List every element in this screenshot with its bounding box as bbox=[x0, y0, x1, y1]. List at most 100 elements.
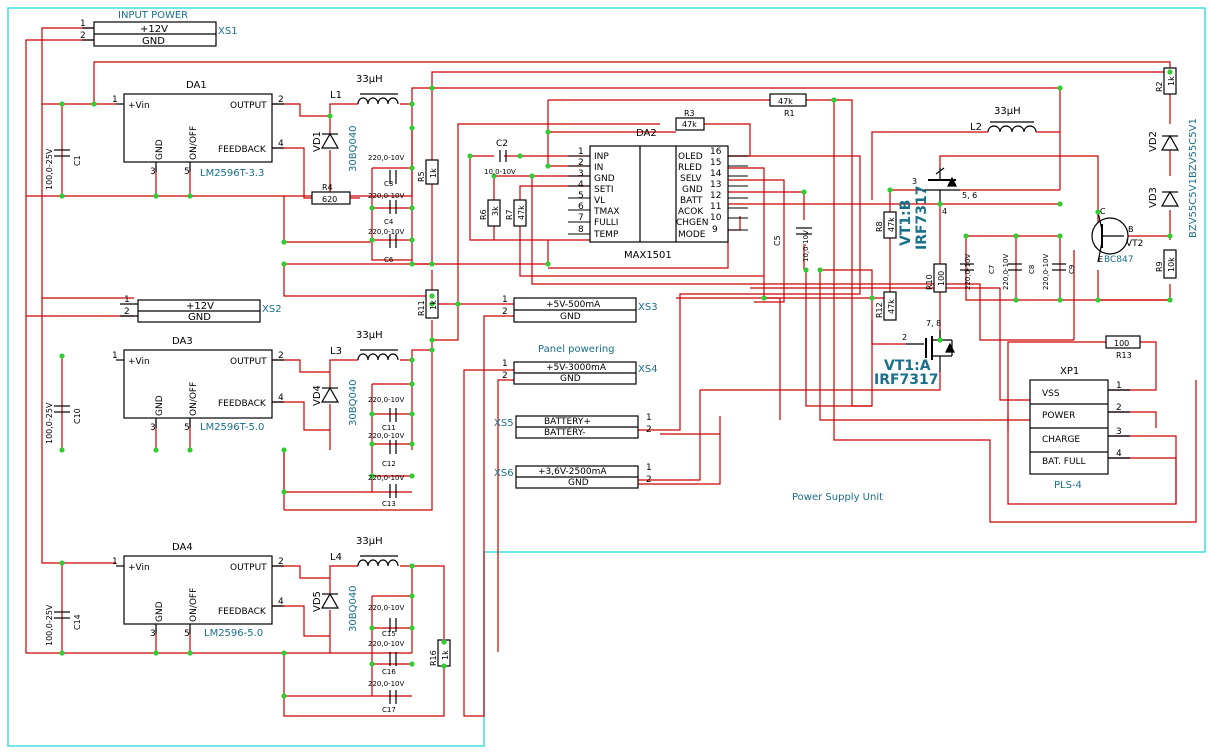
junction-node bbox=[1095, 297, 1101, 303]
junction-node bbox=[59, 353, 65, 359]
c12-val: 220,0-10V bbox=[368, 432, 404, 440]
xs6-line2: GND bbox=[568, 478, 589, 488]
da1-part: LM2596T-3.3 bbox=[200, 168, 264, 179]
junction-node bbox=[369, 237, 375, 243]
da4-gnd: GND bbox=[155, 601, 165, 622]
c3-val: 220,0-10V bbox=[368, 154, 404, 162]
l2-ref: L2 bbox=[970, 122, 982, 133]
xs1-pin1: 1 bbox=[80, 19, 86, 29]
vd3-part: BZV55C5V1 bbox=[1188, 178, 1199, 238]
da3-n2: 2 bbox=[278, 351, 284, 361]
xs6-ref: XS6 bbox=[494, 468, 514, 479]
vt1a-pin78: 7, 8 bbox=[926, 319, 941, 328]
r3-val: 47k bbox=[682, 120, 697, 129]
xs3-pin2: 2 bbox=[502, 307, 508, 317]
xs2-pin2: 2 bbox=[124, 307, 130, 317]
c1-ref: C1 bbox=[73, 155, 82, 166]
c14-val: 100,0-25V bbox=[45, 604, 54, 646]
junction-node bbox=[187, 447, 193, 453]
junction-node bbox=[409, 261, 415, 267]
c8-val: 220,0-10V bbox=[1002, 254, 1010, 290]
junction-node bbox=[817, 267, 823, 273]
junction-node bbox=[1167, 69, 1173, 75]
c10-val: 100,0-25V bbox=[45, 402, 54, 444]
junction-node bbox=[831, 97, 837, 103]
c6-ref: C6 bbox=[384, 256, 394, 264]
r10-ref: R10 bbox=[925, 274, 934, 290]
da1-gnd: GND bbox=[155, 139, 165, 160]
svg-text:1: 1 bbox=[578, 147, 584, 157]
vt2-part: BC847 bbox=[1104, 255, 1133, 265]
r7-ref: R7 bbox=[505, 209, 514, 220]
da3-gnd: GND bbox=[155, 395, 165, 416]
junction-node bbox=[187, 193, 193, 199]
junction-node bbox=[409, 411, 415, 417]
r1-ref: R1 bbox=[784, 109, 795, 118]
xs1-pin2: 2 bbox=[80, 31, 86, 41]
da4-n3: 3 bbox=[150, 629, 156, 639]
zener-vd2 bbox=[1160, 134, 1180, 151]
r7-val: 47k bbox=[517, 205, 526, 220]
xp1-ref: XP1 bbox=[1060, 366, 1079, 377]
junction-node bbox=[803, 267, 809, 273]
da4-ref: DA4 bbox=[172, 542, 193, 553]
svg-text:SETI: SETI bbox=[594, 185, 614, 195]
junction-node bbox=[369, 625, 375, 631]
junction-node bbox=[59, 447, 65, 453]
junction-node bbox=[1013, 297, 1019, 303]
c16-ref: C16 bbox=[382, 668, 396, 676]
junction-node bbox=[429, 85, 435, 91]
c2-val: 10,0-10V bbox=[484, 168, 516, 176]
junction-node bbox=[91, 101, 97, 107]
r10-val: 100 bbox=[937, 271, 946, 286]
junction-node bbox=[327, 113, 333, 119]
junction-node bbox=[409, 593, 415, 599]
junction-node bbox=[187, 650, 193, 656]
svg-text:14: 14 bbox=[710, 169, 722, 179]
r8-ref: R8 bbox=[875, 221, 884, 232]
da4-n1: 1 bbox=[112, 557, 118, 567]
junction-node bbox=[153, 193, 159, 199]
diode-vd5 bbox=[320, 592, 340, 609]
vt2-pin-c: C bbox=[1100, 207, 1106, 216]
xp1-n3: 3 bbox=[1116, 427, 1122, 437]
schematic-canvas: INPUT POWER Panel powering Power Supply … bbox=[7, 7, 1206, 747]
junction-node bbox=[1167, 233, 1173, 239]
da2-ref: DA2 bbox=[636, 128, 657, 139]
vt2-pin-b: B bbox=[1128, 225, 1134, 234]
vd5-part: 30BQ040 bbox=[348, 585, 359, 632]
da1-n3: 3 bbox=[150, 167, 156, 177]
svg-text:12: 12 bbox=[710, 191, 721, 201]
xs2-line2: GND bbox=[188, 312, 211, 323]
c13-val: 220,0-10V bbox=[368, 474, 404, 482]
xs5-pin1: 1 bbox=[646, 413, 652, 423]
da4-output: OUTPUT bbox=[230, 563, 267, 573]
da1-ref: DA1 bbox=[186, 80, 207, 91]
vt1a-part: IRF7317 bbox=[874, 372, 939, 388]
xs6-pin1: 1 bbox=[646, 463, 652, 473]
vd2-part: BZV55C5V1 bbox=[1188, 118, 1199, 178]
junction-node bbox=[369, 411, 375, 417]
junction-node bbox=[409, 563, 415, 569]
c15-ref: C15 bbox=[382, 630, 396, 638]
r4-ref: R4 bbox=[322, 183, 333, 192]
vt1b-pin3: 3 bbox=[912, 177, 917, 186]
da3-feedback: FEEDBACK bbox=[218, 399, 267, 409]
inductor-l2 bbox=[987, 125, 1037, 133]
vd2-ref: VD2 bbox=[1148, 131, 1159, 152]
svg-text:VL: VL bbox=[594, 196, 605, 206]
da1-n4: 4 bbox=[278, 139, 284, 149]
svg-text:10: 10 bbox=[710, 213, 722, 223]
r12-val: 47k bbox=[887, 299, 896, 314]
svg-text:SELV: SELV bbox=[680, 174, 702, 184]
diode-vd1 bbox=[320, 132, 340, 149]
inductor-l1 bbox=[357, 97, 399, 105]
xp1-pin-charge: CHARGE bbox=[1042, 435, 1080, 445]
junction-node bbox=[59, 193, 65, 199]
r13-ref: R13 bbox=[1116, 351, 1132, 360]
junction-node bbox=[369, 205, 375, 211]
xs2-ref: XS2 bbox=[262, 304, 282, 315]
diode-vd4 bbox=[320, 386, 340, 403]
c5-val: 10,0-10V bbox=[802, 230, 810, 262]
svg-text:9: 9 bbox=[712, 225, 718, 235]
